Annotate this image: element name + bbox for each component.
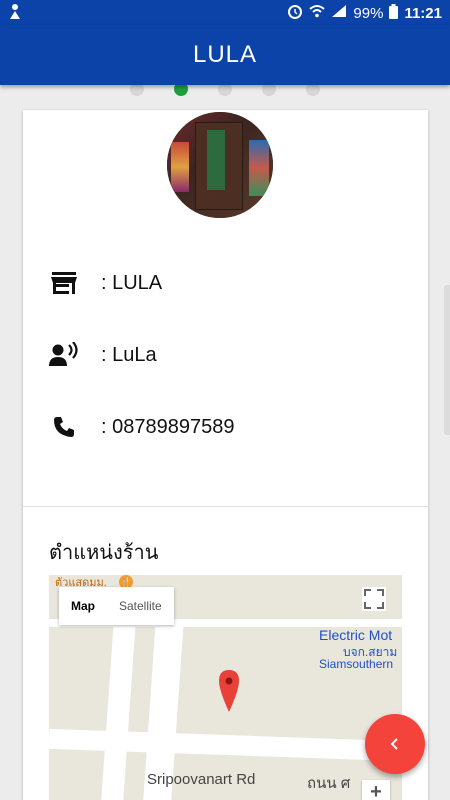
back-fab[interactable] [365, 714, 425, 774]
app-bar: LULA [0, 25, 450, 85]
status-bar: 99% 11:21 [0, 0, 450, 25]
drawer-handle[interactable] [444, 285, 450, 435]
map-business-label: Electric Mot [319, 627, 393, 643]
record-voice-icon [49, 340, 79, 370]
map-type-toggle[interactable]: Map Satellite [59, 587, 174, 625]
fullscreen-icon[interactable] [362, 587, 386, 611]
wifi-icon [309, 4, 326, 22]
map-road-label: Sripoovanart Rd [147, 771, 256, 788]
phone-icon[interactable] [49, 412, 79, 442]
alarm-icon [287, 3, 303, 23]
zoom-in-button[interactable]: + [362, 780, 390, 800]
map-pin-icon[interactable] [219, 670, 239, 717]
shop-name: : LULA [101, 272, 163, 294]
shop-contact-name: : LuLa [101, 344, 157, 366]
map-type-satellite-button[interactable]: Satellite [107, 587, 174, 625]
location-title: ตำแหน่งร้าน [49, 540, 159, 564]
shop-card: : LULA : LuLa : 08789897589 ตำแหน่งร้าน … [23, 110, 428, 800]
map-road-label-thai: ถนน ศ [307, 775, 351, 792]
notification-icon [8, 3, 22, 25]
location-map[interactable]: ตัวแสดมม. 🍴 Map Satellite Electric Mot บ… [49, 575, 402, 800]
map-business-label-en: Siamsouthern [319, 657, 394, 671]
page-title: LULA [192, 41, 258, 68]
shop-name-row: : LULA [49, 268, 162, 298]
clock: 11:21 [404, 4, 442, 22]
signal-icon [331, 4, 347, 22]
shop-avatar [167, 112, 273, 218]
map-type-map-button[interactable]: Map [59, 587, 107, 625]
shop-phone[interactable]: : 08789897589 [101, 416, 234, 439]
shop-contact-row: : LuLa [49, 340, 157, 370]
battery-percent: 99% [353, 4, 384, 22]
shop-phone-row[interactable]: : 08789897589 [49, 412, 234, 442]
divider [23, 506, 428, 507]
chevron-left-icon [388, 731, 402, 757]
battery-icon [389, 3, 399, 23]
store-icon [49, 268, 79, 298]
